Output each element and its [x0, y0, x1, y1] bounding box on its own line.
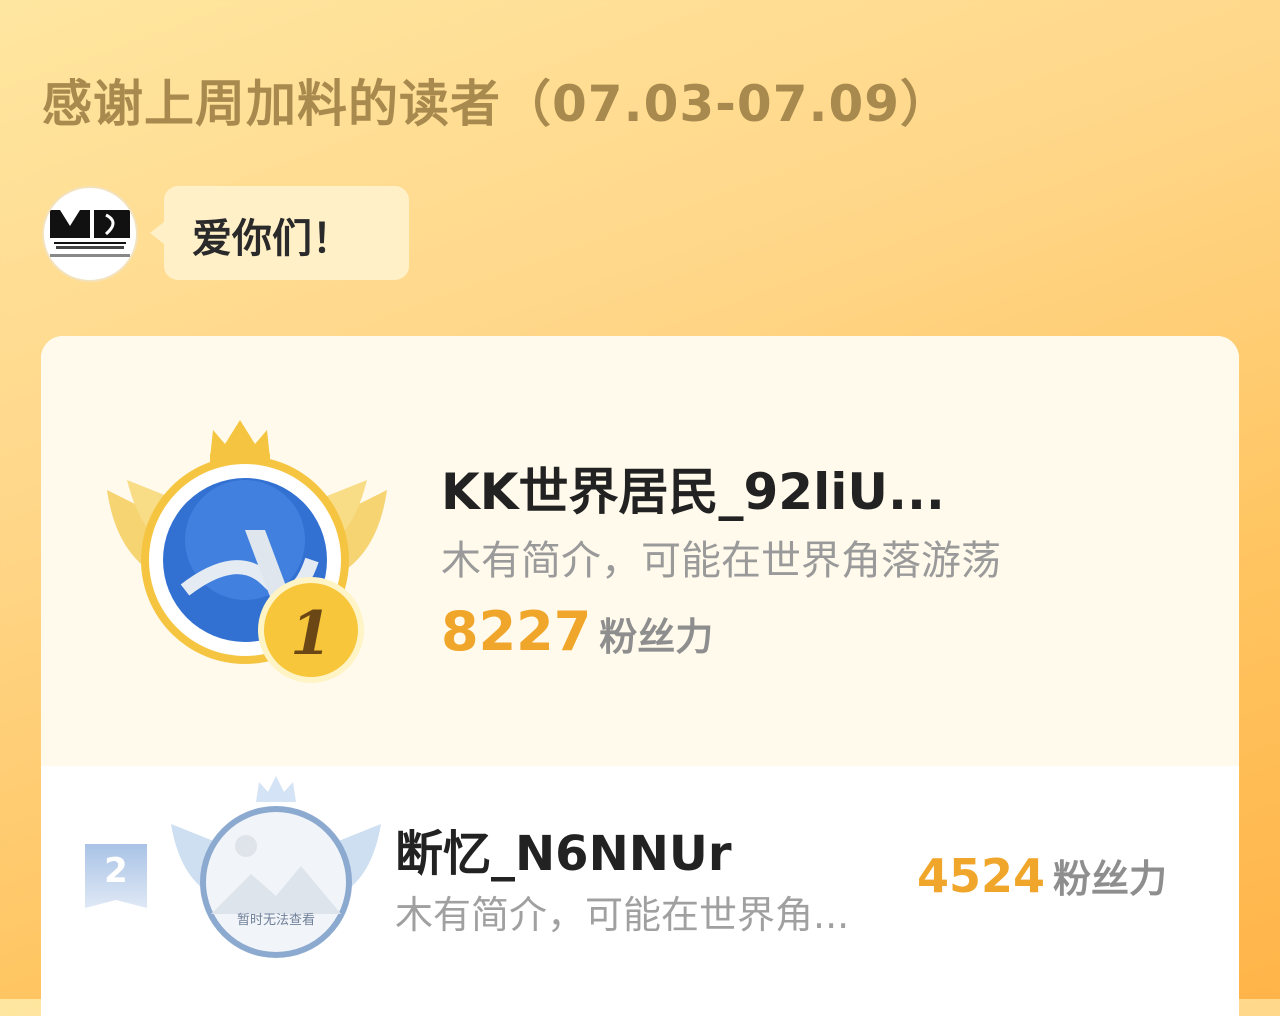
rank2-name[interactable]: 断忆_N6NNUr: [395, 814, 732, 884]
rank2-fans-value: 4524: [917, 849, 1046, 903]
brand-logo-icon: [50, 210, 130, 257]
message-text: 爱你们！: [192, 216, 352, 262]
page-title: 感谢上周加料的读者（07.03-07.09）: [42, 75, 952, 133]
rank-first-row[interactable]: 1 KK世界居民_92liU... 木有简介，可能在世界角落游荡 8227 粉丝力: [41, 336, 1239, 766]
rank1-name[interactable]: KK世界居民_92liU...: [441, 452, 945, 524]
rank1-fans-label: 粉丝力: [599, 615, 714, 659]
second-place-avatar[interactable]: 暂时无法查看: [171, 774, 381, 964]
message-bubble: 爱你们！: [150, 186, 409, 280]
rank-number-1: 1: [290, 599, 332, 669]
rank1-fans-value: 8227: [441, 600, 592, 663]
crown-icon-silver: [256, 776, 296, 802]
rank1-fans: 8227 粉丝力: [441, 600, 713, 663]
rank2-fans: 4524 粉丝力: [917, 848, 1167, 903]
rank2-bio: 木有简介，可能在世界角...: [395, 893, 850, 937]
rank1-bio: 木有简介，可能在世界角落游荡: [441, 538, 1001, 584]
first-place-avatar-badge: 1: [107, 420, 387, 683]
avatar-placeholder-text: 暂时无法查看: [237, 912, 315, 928]
rank-2-tag: 2: [85, 844, 147, 908]
author-avatar[interactable]: [42, 186, 138, 282]
rank2-fans-label: 粉丝力: [1053, 857, 1168, 901]
crown-icon: [210, 420, 270, 458]
ranking-card: 1 KK世界居民_92liU... 木有简介，可能在世界角落游荡 8227 粉丝力…: [41, 336, 1239, 1016]
rank-number-2: 2: [104, 851, 128, 891]
